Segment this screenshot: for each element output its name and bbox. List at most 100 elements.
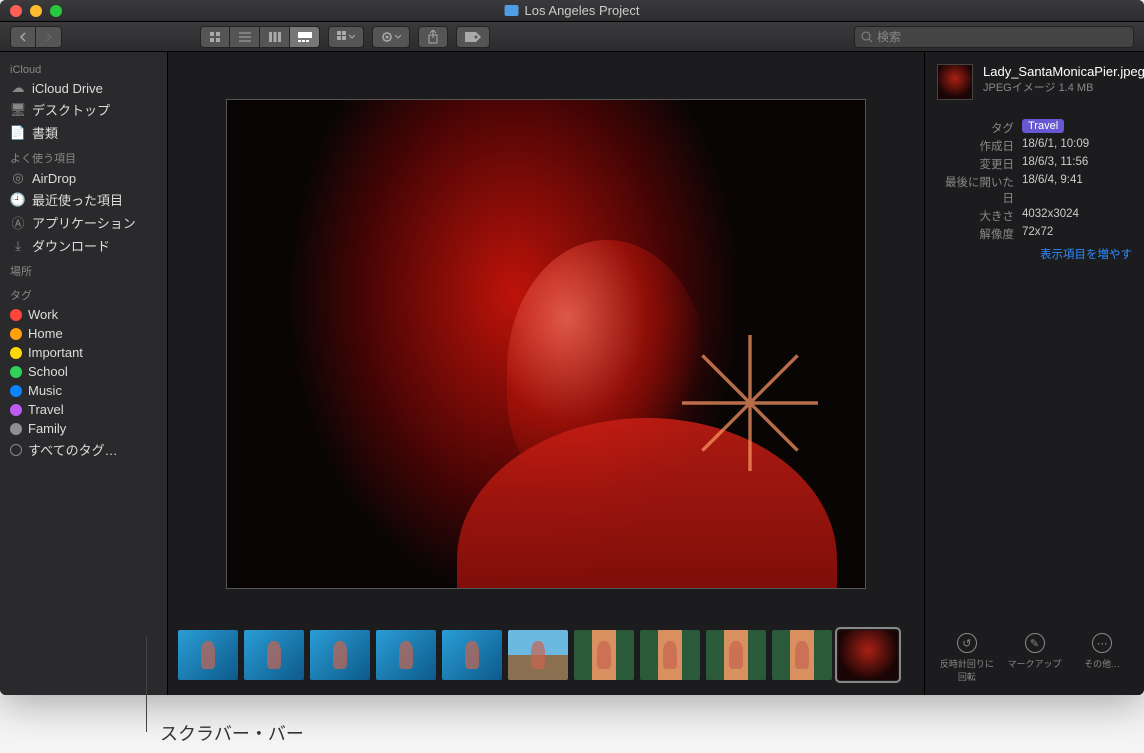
sidebar-item-label: School	[28, 364, 68, 379]
column-view-button[interactable]	[260, 26, 290, 48]
toolbar: 検索	[0, 22, 1144, 52]
action-label: マークアップ	[1008, 657, 1062, 670]
inspector-filetype: JPEGイメージ 1.4 MB	[983, 81, 1144, 95]
more-icon: ⋯	[1092, 633, 1112, 653]
markup-button[interactable]: ✎ マークアップ	[1005, 633, 1065, 683]
sidebar-item-label: Music	[28, 383, 62, 398]
sidebar-item-desktop[interactable]: 🖥 デスクトップ	[0, 98, 167, 121]
zoom-button[interactable]	[50, 5, 62, 17]
sidebar-item-applications[interactable]: Ⓐ アプリケーション	[0, 211, 167, 234]
clock-icon: 🕘	[10, 192, 26, 208]
sidebar-tag-important[interactable]: Important	[0, 343, 167, 362]
tag-dot-icon	[10, 423, 22, 435]
window-title-text: Los Angeles Project	[525, 3, 640, 18]
sidebar-item-label: Travel	[28, 402, 64, 417]
search-input[interactable]: 検索	[854, 26, 1134, 48]
annotation-line	[146, 636, 147, 732]
meta-row-opened: 最後に開いた日 18/6/4, 9:41	[937, 174, 1132, 206]
sidebar-item-label: 最近使った項目	[32, 190, 123, 209]
window-body: iCloud ☁︎ iCloud Drive 🖥 デスクトップ 📄 書類 よく使…	[0, 52, 1144, 695]
meta-row-resolution: 解像度 72x72	[937, 226, 1132, 242]
sidebar-item-label: Home	[28, 326, 63, 341]
search-placeholder: 検索	[877, 28, 901, 45]
airdrop-icon: ◎	[10, 170, 26, 186]
sidebar-item-label: アプリケーション	[32, 213, 136, 232]
minimize-button[interactable]	[30, 5, 42, 17]
close-button[interactable]	[10, 5, 22, 17]
annotation-label: スクラバー・バー	[160, 720, 304, 746]
desktop-icon: 🖥	[10, 102, 26, 118]
gallery-view-button[interactable]	[290, 26, 320, 48]
scrubber-bar[interactable]	[168, 625, 924, 695]
folder-icon	[505, 5, 519, 16]
nav-buttons	[10, 26, 62, 48]
sidebar-item-downloads[interactable]: ⤓ ダウンロード	[0, 234, 167, 257]
sidebar: iCloud ☁︎ iCloud Drive 🖥 デスクトップ 📄 書類 よく使…	[0, 52, 168, 695]
icon-view-button[interactable]	[200, 26, 230, 48]
arrange-button[interactable]	[328, 26, 364, 48]
sidebar-section-locations: 場所	[0, 257, 167, 281]
sidebar-tag-travel[interactable]: Travel	[0, 400, 167, 419]
thumbnail[interactable]	[508, 630, 568, 680]
sidebar-tag-music[interactable]: Music	[0, 381, 167, 400]
downloads-icon: ⤓	[10, 238, 26, 254]
tag-dot-icon	[10, 309, 22, 321]
rotate-icon: ↺	[957, 633, 977, 653]
thumbnail[interactable]	[244, 630, 304, 680]
preview-area	[168, 52, 924, 625]
main-content	[168, 52, 924, 695]
sidebar-tag-home[interactable]: Home	[0, 324, 167, 343]
forward-button[interactable]	[36, 26, 62, 48]
sidebar-item-label: AirDrop	[32, 171, 76, 186]
preview-image[interactable]	[226, 99, 866, 589]
back-button[interactable]	[10, 26, 36, 48]
sidebar-tag-family[interactable]: Family	[0, 419, 167, 438]
sidebar-item-label: Important	[28, 345, 83, 360]
thumbnail[interactable]	[640, 630, 700, 680]
thumbnail[interactable]	[772, 630, 832, 680]
thumbnail[interactable]	[376, 630, 436, 680]
thumbnail-selected[interactable]	[838, 630, 898, 680]
thumbnail[interactable]	[178, 630, 238, 680]
action-label: その他…	[1084, 657, 1120, 670]
list-view-button[interactable]	[230, 26, 260, 48]
thumbnail[interactable]	[574, 630, 634, 680]
tag-dot-icon	[10, 328, 22, 340]
meta-row-modified: 変更日 18/6/3, 11:56	[937, 156, 1132, 172]
inspector-title: Lady_SantaMonicaPier.jpeg JPEGイメージ 1.4 M…	[983, 64, 1144, 100]
sidebar-item-airdrop[interactable]: ◎ AirDrop	[0, 168, 167, 188]
rotate-button[interactable]: ↺ 反時計回りに回転	[937, 633, 997, 683]
search-icon	[861, 31, 873, 43]
thumbnail[interactable]	[706, 630, 766, 680]
more-button[interactable]: ⋯ その他…	[1072, 633, 1132, 683]
sidebar-item-documents[interactable]: 📄 書類	[0, 121, 167, 144]
tag-dot-icon	[10, 404, 22, 416]
meta-row-dimensions: 大きさ 4032x3024	[937, 208, 1132, 224]
share-button[interactable]	[418, 26, 448, 48]
show-more-link[interactable]: 表示項目を増やす	[937, 246, 1132, 262]
sidebar-tag-work[interactable]: Work	[0, 305, 167, 324]
inspector-filename: Lady_SantaMonicaPier.jpeg	[983, 64, 1144, 81]
thumbnail[interactable]	[442, 630, 502, 680]
sidebar-item-recents[interactable]: 🕘 最近使った項目	[0, 188, 167, 211]
tags-button[interactable]	[456, 26, 490, 48]
sidebar-item-label: すべてのタグ…	[28, 440, 118, 459]
tag-badge[interactable]: Travel	[1022, 119, 1064, 133]
tag-dot-icon	[10, 444, 22, 456]
action-label: 反時計回りに回転	[937, 657, 997, 683]
inspector-header: Lady_SantaMonicaPier.jpeg JPEGイメージ 1.4 M…	[937, 64, 1132, 100]
sidebar-all-tags[interactable]: すべてのタグ…	[0, 438, 167, 461]
meta-row-created: 作成日 18/6/1, 10:09	[937, 138, 1132, 154]
action-button[interactable]	[372, 26, 410, 48]
view-mode-group	[200, 26, 320, 48]
inspector-panel: Lady_SantaMonicaPier.jpeg JPEGイメージ 1.4 M…	[924, 52, 1144, 695]
thumbnail[interactable]	[310, 630, 370, 680]
sidebar-item-label: Family	[28, 421, 66, 436]
traffic-lights	[0, 5, 62, 17]
sidebar-tag-school[interactable]: School	[0, 362, 167, 381]
documents-icon: 📄	[10, 125, 26, 141]
star-decoration	[665, 318, 835, 488]
meta-row-tag: タグ Travel	[937, 120, 1132, 136]
sidebar-item-icloud-drive[interactable]: ☁︎ iCloud Drive	[0, 78, 167, 98]
inspector-actions: ↺ 反時計回りに回転 ✎ マークアップ ⋯ その他…	[937, 623, 1132, 683]
